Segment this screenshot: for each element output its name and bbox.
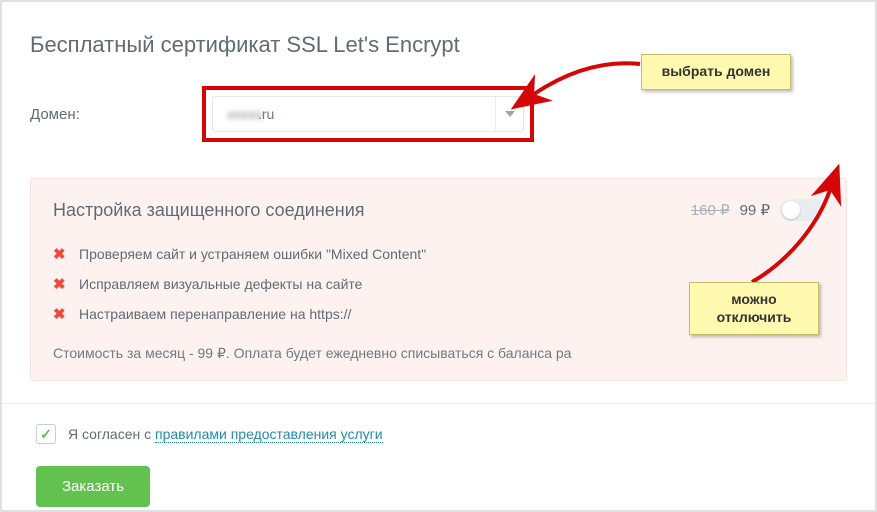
x-icon: ✖	[53, 275, 67, 293]
feature-text: Исправляем визуальные дефекты на сайте	[79, 276, 362, 292]
domain-row: Домен: xxxxx.ru	[30, 86, 847, 142]
arrow-icon	[522, 52, 652, 112]
agreement-checkbox[interactable]: ✓	[36, 424, 56, 444]
cost-line: Стоимость за месяц - 99 ₽. Оплата будет …	[53, 345, 824, 362]
domain-select[interactable]: xxxxx.ru	[212, 96, 524, 132]
callout-can-disable: можно отключить	[689, 282, 819, 335]
agreement-row: ✓ Я согласен с правилами предоставления …	[36, 424, 847, 444]
check-icon: ✓	[40, 426, 52, 443]
order-button[interactable]: Заказать	[36, 466, 150, 507]
x-icon: ✖	[53, 245, 67, 263]
agreement-prefix: Я согласен с	[68, 426, 155, 442]
agreement-text: Я согласен с правилами предоставления ус…	[68, 426, 383, 442]
panel-title: Настройка защищенного соединения	[53, 200, 365, 221]
feature-text: Проверяем сайт и устраняем ошибки "Mixed…	[79, 246, 426, 262]
x-icon: ✖	[53, 305, 67, 323]
arrow-icon	[702, 182, 852, 292]
domain-select-highlight: xxxxx.ru	[202, 86, 534, 142]
feature-text: Настраиваем перенаправление на https://	[79, 306, 351, 322]
domain-label: Домен:	[30, 106, 202, 123]
divider	[2, 403, 875, 404]
terms-link[interactable]: правилами предоставления услуги	[155, 426, 383, 443]
domain-value-blurred: xxxxx	[223, 106, 262, 122]
callout-select-domain: выбрать домен	[641, 54, 791, 90]
chevron-down-icon[interactable]	[495, 97, 523, 131]
